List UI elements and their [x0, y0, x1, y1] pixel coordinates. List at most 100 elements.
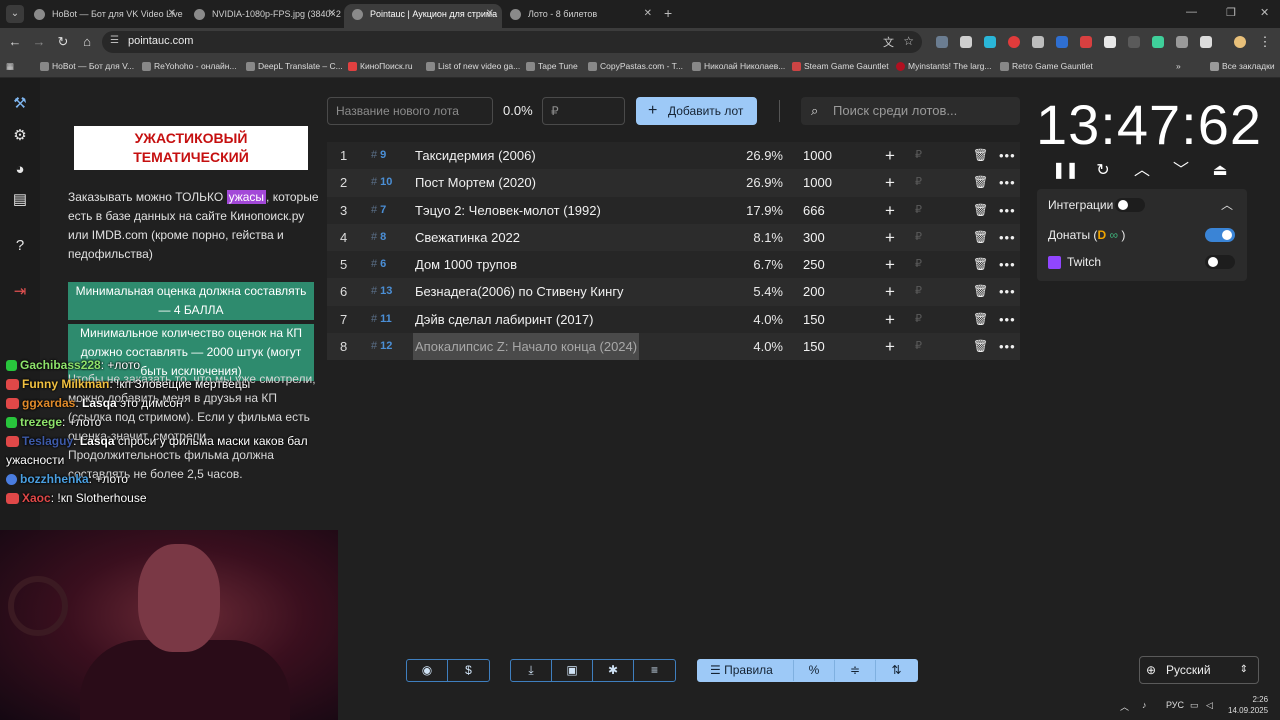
settings-gear-icon[interactable]: ⚙ [10, 126, 30, 146]
more-options-icon[interactable]: ••• [999, 306, 1016, 333]
lot-amount-input[interactable]: ₽ [542, 97, 625, 125]
pause-icon[interactable]: ❚❚ [1052, 160, 1079, 182]
lot-name[interactable]: Дом 1000 трупов [415, 251, 517, 278]
more-options-icon[interactable]: ••• [999, 333, 1016, 360]
bookmark-item[interactable]: HoBot — Бот для V... [40, 61, 134, 71]
restore-icon[interactable]: ❐ [1226, 6, 1236, 19]
lot-id[interactable]: #7 [371, 197, 386, 224]
bookmark-item[interactable]: List of new video ga... [426, 61, 520, 71]
logout-icon[interactable]: ⇥ [10, 282, 30, 302]
bookmark-item[interactable]: ReYohoho - онлайн... [142, 61, 237, 71]
volume-icon[interactable]: ◁ [1206, 700, 1213, 711]
lot-name[interactable]: Таксидермия (2006) [415, 142, 536, 169]
add-amount-input[interactable]: ₽ [915, 306, 922, 333]
delete-trash-icon[interactable]: 🗑 [973, 251, 988, 278]
bookmark-item[interactable]: Николай Николаев... [692, 61, 785, 71]
add-amount-plus-icon[interactable]: + [885, 224, 895, 251]
extension-icon[interactable] [984, 36, 996, 48]
add-amount-input[interactable]: ₽ [915, 333, 922, 360]
bookmark-item[interactable]: Myinstants! The larg... [896, 61, 991, 71]
delete-trash-icon[interactable]: 🗑 [973, 333, 988, 360]
tab-close-icon[interactable]: ✕ [486, 4, 494, 24]
download-icon[interactable]: ⤓ [511, 660, 552, 681]
bookmark-item[interactable]: Steam Game Gauntlet [792, 61, 889, 71]
extension-icon[interactable] [1104, 36, 1116, 48]
more-options-icon[interactable]: ••• [999, 142, 1016, 169]
more-options-icon[interactable]: ••• [999, 197, 1016, 224]
tab-close-icon[interactable]: ✕ [328, 4, 336, 24]
tab-hobot[interactable]: HoBot — Бот для VK Video Live ✕ [26, 4, 184, 28]
add-amount-plus-icon[interactable]: + [885, 197, 895, 224]
delete-trash-icon[interactable]: 🗑 [973, 169, 988, 196]
home-icon[interactable]: ⌂ [78, 33, 96, 51]
lot-name[interactable]: Безнадега(2006) по Стивену Кингу [415, 278, 624, 305]
extension-icon[interactable] [1080, 36, 1092, 48]
twitch-toggle[interactable] [1205, 255, 1235, 269]
close-window-icon[interactable]: ✕ [1260, 6, 1269, 19]
tab-close-icon[interactable]: ✕ [168, 4, 176, 24]
input-language[interactable]: РУС [1166, 700, 1184, 710]
save-icon[interactable]: ▣ [552, 660, 593, 681]
minimize-icon[interactable]: — [1186, 6, 1197, 18]
history-clipboard-icon[interactable]: ▤ [10, 190, 30, 210]
language-select[interactable]: ⊕ Русский ⇕ [1139, 656, 1259, 684]
delete-trash-icon[interactable]: 🗑 [973, 278, 988, 305]
bookmark-item[interactable]: Tape Tune [526, 61, 578, 71]
lot-amount[interactable]: 150 [803, 306, 825, 333]
lot-row[interactable]: 7 #11 Дэйв сделал лабиринт (2017) 4.0% 150 + ₽… [327, 305, 1020, 334]
percent-icon[interactable]: % [794, 660, 835, 681]
lot-id[interactable]: #9 [371, 142, 386, 169]
add-amount-input[interactable]: ₽ [915, 224, 922, 251]
lot-amount[interactable]: 300 [803, 224, 825, 251]
lot-name[interactable]: Тэцуо 2: Человек-молот (1992) [415, 197, 601, 224]
add-amount-plus-icon[interactable]: + [885, 278, 895, 305]
tab-loto[interactable]: Лото - 8 билетов ✕ [502, 4, 660, 28]
forward-icon[interactable]: → [30, 33, 48, 51]
bookmark-item[interactable]: DeepL Translate – C... [246, 61, 343, 71]
delete-trash-icon[interactable]: 🗑 [973, 224, 988, 251]
site-info-icon[interactable]: ☰ [110, 35, 122, 47]
add-amount-input[interactable]: ₽ [915, 197, 922, 224]
auction-gavel-icon[interactable]: ⚒ [10, 94, 30, 114]
network-icon[interactable]: ▭ [1190, 700, 1199, 711]
system-clock[interactable]: 2:26 14.09.2025 [1228, 694, 1268, 716]
lot-amount[interactable]: 200 [803, 278, 825, 305]
all-bookmarks[interactable]: Все закладки [1210, 61, 1275, 71]
reload-icon[interactable]: ↻ [54, 33, 72, 51]
donate-dollar-icon[interactable]: $ [448, 660, 489, 681]
lot-name[interactable]: Свежатинка 2022 [415, 224, 520, 251]
tab-close-icon[interactable]: ✕ [644, 4, 652, 24]
lot-id[interactable]: #12 [371, 333, 392, 360]
lot-id[interactable]: #10 [371, 169, 392, 196]
lot-name[interactable]: Апокалипсис Z: Начало конца (2024) [413, 333, 640, 361]
wheel-pie-icon[interactable]: ◕ [10, 160, 30, 180]
add-amount-plus-icon[interactable]: + [885, 142, 895, 169]
add-amount-input[interactable]: ₽ [915, 169, 922, 196]
lot-amount[interactable]: 666 [803, 197, 825, 224]
add-lot-button[interactable]: + Добавить лот [636, 97, 757, 125]
extension-icon[interactable] [936, 36, 948, 48]
add-amount-input[interactable]: ₽ [915, 251, 922, 278]
delete-trash-icon[interactable]: 🗑 [973, 306, 988, 333]
sort-icon[interactable]: ⇅ [876, 660, 917, 681]
bookmark-item[interactable]: КиноПоиск.ru [348, 61, 413, 71]
browser-menu-icon[interactable]: ⋮ [1256, 33, 1274, 51]
add-amount-input[interactable]: ₽ [915, 278, 922, 305]
compact-view-icon[interactable]: ≑ [835, 660, 876, 681]
profile-avatar[interactable] [1234, 36, 1246, 48]
bookmark-item[interactable]: CopyPastas.com - T... [588, 61, 683, 71]
collapse-chevron-icon[interactable]: ︿ [1221, 196, 1233, 213]
extension-icon[interactable] [1176, 36, 1188, 48]
add-amount-plus-icon[interactable]: + [885, 169, 895, 196]
bookmark-star-icon[interactable]: ☆ [903, 34, 914, 48]
lot-row[interactable]: 3 #7 Тэцуо 2: Человек-молот (1992) 17.9% 666… [327, 196, 1020, 224]
bookmarks-overflow-icon[interactable]: » [1176, 61, 1181, 71]
lot-id[interactable]: #8 [371, 224, 386, 251]
address-bar[interactable]: ☰ pointauc.com 文 ☆ [102, 31, 922, 53]
lot-amount[interactable]: 1000 [803, 142, 832, 169]
more-options-icon[interactable]: ••• [999, 278, 1016, 305]
lot-amount[interactable]: 150 [803, 333, 825, 360]
extension-icon[interactable] [1056, 36, 1068, 48]
lot-row[interactable]: 2 #10 Пост Мортем (2020) 26.9% 1000 + ₽ 🗑 ••• [327, 169, 1020, 197]
back-icon[interactable]: ← [6, 33, 24, 51]
